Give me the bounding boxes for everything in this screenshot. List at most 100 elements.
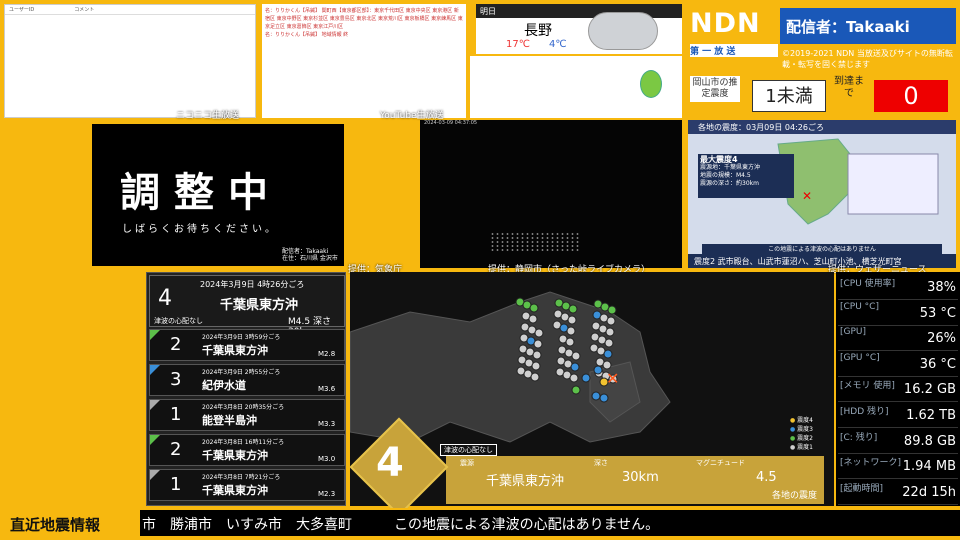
legend-dot-4: ● (790, 417, 796, 424)
news-tsunami-message: この地震による津波の心配はありません (702, 244, 942, 254)
bottom-ticker: 市 勝浦市 いすみ市 大多喜町 この地震による津波の心配はありません。 (140, 510, 960, 536)
stat-value: 16.2 GB (903, 382, 956, 398)
row-intensity: 1 (170, 474, 182, 495)
latest-quake: 4 2024年3月9日 4時26分ごろ 千葉県東方沖 津波の心配なし M4.5 … (149, 275, 345, 337)
stat-value: 26% (927, 331, 956, 347)
stat-label: [GPU] (840, 327, 867, 338)
row-mag: M3.6 (318, 385, 336, 393)
station-marker (531, 361, 541, 371)
comment-header-label: コメント (74, 7, 95, 13)
credit-location: 在住：石川県 金沢市 (282, 255, 338, 262)
epicenter-value: 千葉県東方沖 (486, 474, 565, 489)
chat-line: 名：りりかくん【吊鍼】 地域情報 終 (265, 32, 349, 38)
station-marker (565, 337, 575, 347)
quake-list-item: 1 2024年3月8日 20時35分ごろ 能登半島沖 M3.3 (149, 399, 345, 431)
station-marker (534, 328, 544, 338)
mascot-icon (640, 70, 662, 98)
row-place: 能登半島沖 (202, 414, 257, 427)
legend-label: 震度4 (797, 417, 813, 424)
niconico-comment-panel: ユーザーID コメント (4, 4, 256, 118)
station-marker (568, 304, 578, 314)
station-marker (606, 316, 616, 326)
quake-list-item: 2 2024年3月8日 16時11分ごろ 千葉県東方沖 M3.0 (149, 434, 345, 466)
station-marker (599, 393, 609, 403)
maintenance-screen: 調整中 しばらくお待ちください。 配信者：Takaaki 在住：石川県 金沢市 (92, 124, 344, 266)
pc-stat-row: [GPU °C] 36 °C (838, 351, 958, 377)
quake-place: 千葉県東方沖 (220, 298, 299, 313)
row-datetime: 2024年3月8日 20時35分ごろ (202, 404, 285, 411)
row-intensity: 2 (170, 439, 182, 460)
quake-list-item: 1 2024年3月8日 7時21分ごろ 千葉県東方沖 M2.3 (149, 469, 345, 501)
station-marker (581, 373, 591, 383)
pc-stats-panel: [CPU 使用率] 38% [CPU °C] 53 °C [GPU] 26% [GPU… (836, 272, 960, 506)
news-card-line: 震源地：千葉県東方沖 (700, 164, 761, 171)
station-marker (532, 350, 542, 360)
tsunami-status: 津波の心配なし (154, 317, 203, 325)
stat-label: [起動時間] (840, 483, 884, 494)
row-place: 紀伊水道 (202, 379, 246, 392)
row-datetime: 2024年3月8日 7時21分ごろ (202, 474, 281, 481)
weather-panel: 明日 長野 17℃ 4℃ (476, 4, 682, 54)
epicenter-icon: ✕ (606, 369, 619, 388)
weather-city: 長野 (524, 23, 552, 39)
stat-value: 89.8 GB (903, 433, 956, 449)
stat-label: [GPU °C] (840, 352, 880, 363)
credit-streamer: 配信者：Takaaki (282, 248, 329, 255)
station-marker (566, 326, 576, 336)
earthquake-list: 4 2024年3月9日 4時26分ごろ 千葉県東方沖 津波の心配なし M4.5 … (146, 272, 346, 506)
news-title: 各地の震度：03月09日 04:26ごろ (688, 120, 956, 134)
station-marker (567, 315, 577, 325)
legend-dot-1: ● (790, 444, 796, 451)
maintenance-subtitle: しばらくお待ちください。 (122, 224, 278, 235)
row-marker (150, 400, 160, 410)
youtube-chat-panel: 名：りりかくん【吊鍼】 関町西【東京都区部】：東京千代田区 東京中央区 東京港区… (262, 4, 466, 118)
stat-value: 53 °C (919, 305, 956, 321)
depth-label: 深さ (594, 459, 608, 467)
pc-stat-row: [GPU] 26% (838, 325, 958, 352)
row-place: 千葉県東方沖 (202, 344, 268, 357)
station-marker (593, 365, 603, 375)
station-marker (530, 372, 540, 382)
arrival-countdown: 0 (874, 80, 948, 112)
quake-datetime: 2024年3月9日 4時26分ごろ (200, 280, 305, 289)
maintenance-credit: 配信者：Takaaki 在住：石川県 金沢市 (282, 248, 338, 262)
row-marker (150, 330, 160, 340)
earthquake-map: ✕ ● 震度4 ● 震度3 ● 震度2 ● 震度1 震源 千葉県東方沖 深さ 3… (349, 272, 834, 517)
stat-value: 22d 15h (902, 484, 956, 500)
stat-value: 1.94 MB (902, 459, 956, 475)
mag-value: 4.5 (756, 470, 777, 485)
quake-intensity: 4 (158, 286, 172, 311)
row-marker (150, 470, 160, 480)
row-mag: M2.8 (318, 350, 336, 358)
legend-dot-3: ● (790, 426, 796, 433)
quake-info-band: 震源 千葉県東方沖 深さ 30km マグニチュード 4.5 各地の震度 (446, 456, 824, 504)
stat-label: [メモリ 使用] (840, 381, 895, 392)
chat-line: 名：りりかくん【吊鍼】 関町西【東京都区部】：東京千代田区 東京中央区 東京港区… (265, 8, 463, 30)
stat-label: [HDD 残り] (840, 407, 889, 417)
station-marker (570, 362, 580, 372)
epicenter-label: 震源 (460, 459, 474, 467)
user-id-header: ユーザーID (9, 7, 35, 13)
tsunami-badge: 津波の心配なし (440, 444, 497, 456)
news-card-line: 地震の規模：M4.5 (700, 172, 751, 179)
intensity-legend: ● 震度4 ● 震度3 ● 震度2 ● 震度1 (790, 416, 813, 452)
pc-stat-row: [ネットワーク] 1.94 MB (838, 453, 958, 480)
row-place: 千葉県東方沖 (202, 484, 268, 497)
row-intensity: 3 (170, 369, 182, 390)
row-marker (150, 435, 160, 445)
pc-stat-row: [起動時間] 22d 15h (838, 479, 958, 505)
estimated-intensity-value: 1未満 (752, 80, 826, 112)
station-marker (603, 349, 613, 359)
station-marker (607, 305, 617, 315)
news-panel: 各地の震度：03月09日 04:26ごろ ✕ 最大震度4 震源地：千葉県東方沖 … (688, 120, 956, 268)
max-intensity-value: 4 (376, 440, 404, 486)
legend-label: 震度2 (797, 435, 813, 442)
news-map: ✕ 最大震度4 震源地：千葉県東方沖 地震の規模：M4.5 震源の深さ：約30k… (688, 134, 956, 254)
row-place: 千葉県東方沖 (202, 449, 268, 462)
row-mag: M2.3 (318, 490, 336, 498)
stat-label: [CPU °C] (840, 301, 879, 312)
estimated-intensity-label: 岡山市の推定震度 (690, 76, 740, 102)
ndn-panel: NDN 第 一 放 送 配信者：Takaaki ©2019-2021 NDN 当… (686, 4, 958, 116)
pc-stat-row: [メモリ 使用] 16.2 GB (838, 376, 958, 403)
stat-value: 1.62 TB (906, 408, 956, 423)
